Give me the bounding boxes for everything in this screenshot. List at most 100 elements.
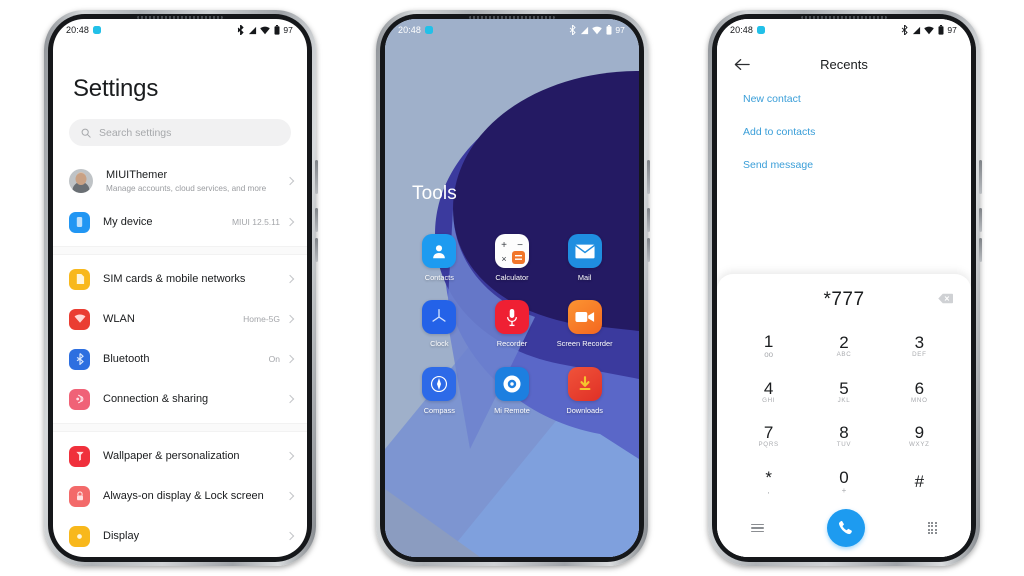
row-texts: Always-on display & Lock screen	[103, 489, 274, 503]
app-recorder[interactable]: Recorder	[481, 300, 543, 348]
phone-screen: 20:48 97 Recents New contact Add to cont…	[717, 19, 971, 557]
volume-up-button[interactable]	[979, 208, 982, 232]
power-button[interactable]	[647, 160, 650, 194]
display-icon	[69, 525, 90, 547]
wifi-icon	[592, 26, 603, 34]
dialpad-key-2[interactable]: 2 ABC	[806, 323, 881, 369]
settings-row-wallpaper[interactable]: Wallpaper & personalization	[53, 436, 307, 476]
app-mi-remote[interactable]: Mi Remote	[481, 366, 543, 415]
page-title: Recents	[820, 56, 868, 72]
volume-down-button[interactable]	[979, 238, 982, 262]
phone-dialer: 20:48 97 Recents New contact Add to cont…	[708, 10, 982, 566]
wifi-icon	[260, 26, 271, 34]
row-right	[285, 395, 295, 404]
dialpad-key-9[interactable]: 9 WXYZ	[882, 414, 957, 459]
keypad-grid-icon[interactable]	[927, 521, 937, 535]
settings-row-label: Wallpaper & personalization	[103, 450, 240, 463]
volume-down-button[interactable]	[647, 238, 650, 262]
call-button[interactable]	[826, 509, 865, 547]
battery-icon	[938, 25, 944, 35]
row-right	[285, 492, 295, 501]
status-time: 20:48	[66, 25, 90, 35]
chevron-right-icon	[285, 395, 295, 404]
menu-icon[interactable]	[751, 523, 764, 533]
wallpaper-icon	[69, 445, 90, 467]
settings-row-display[interactable]: Display	[53, 516, 307, 556]
clock-icon	[422, 300, 457, 335]
signal-icon	[248, 26, 256, 34]
dialpad-key-1[interactable]: 1 oo	[731, 323, 806, 369]
phone-screen: 20:48 97 Tools Contacts + − × Calculator…	[385, 19, 639, 557]
dialpad-key-hash[interactable]: #	[882, 459, 957, 505]
signal-icon	[912, 26, 920, 34]
dialpad-key-6[interactable]: 6 MNO	[882, 369, 957, 414]
dialpad-key-7[interactable]: 7 PQRS	[731, 414, 806, 459]
settings-row-account[interactable]: MIUIThemer Manage accounts, cloud servic…	[53, 160, 307, 202]
settings-row-connection-sharing[interactable]: Connection & sharing	[53, 379, 307, 419]
group-separator	[53, 423, 307, 433]
earpiece-speaker	[469, 16, 555, 19]
volume-up-button[interactable]	[315, 208, 318, 232]
link-new-contact[interactable]: New contact	[743, 93, 971, 105]
app-compass[interactable]: Compass	[408, 366, 470, 415]
chevron-right-icon	[285, 492, 295, 501]
app-mail[interactable]: Mail	[554, 234, 616, 282]
dialpad-key-4[interactable]: 4 GHI	[731, 369, 806, 414]
status-bar-right: 97	[901, 25, 957, 35]
settings-row-label: Always-on display & Lock screen	[103, 490, 264, 503]
app-downloads[interactable]: Downloads	[554, 366, 616, 415]
power-button[interactable]	[979, 160, 982, 194]
home-screen: 20:48 97 Tools Contacts + − × Calculator…	[385, 19, 639, 557]
app-contacts[interactable]: Contacts	[408, 234, 470, 282]
backspace-button[interactable]	[938, 291, 953, 309]
volume-up-button[interactable]	[647, 208, 650, 232]
key-digit: 8	[839, 423, 849, 443]
dialpad-key-0[interactable]: 0 +	[806, 459, 881, 505]
settings-row-sim-cards[interactable]: SIM cards & mobile networks	[53, 259, 307, 299]
settings-row-always-on-display[interactable]: Always-on display & Lock screen	[53, 476, 307, 516]
search-settings-bar[interactable]: Search settings	[69, 119, 291, 146]
key-sublabel: MNO	[911, 396, 928, 404]
dialpad-key-star[interactable]: *,	[731, 459, 806, 505]
volume-down-button[interactable]	[315, 238, 318, 262]
connection-icon	[69, 388, 90, 410]
status-bar-left: 20:48	[730, 25, 766, 35]
dialer-display[interactable]: *777	[717, 283, 971, 317]
svg-text:+: +	[501, 240, 507, 251]
settings-list[interactable]: MIUIThemer Manage accounts, cloud servic…	[53, 160, 307, 557]
link-send-message[interactable]: Send message	[743, 159, 971, 171]
settings-row-label: SIM cards & mobile networks	[103, 273, 246, 286]
back-button[interactable]	[733, 55, 751, 73]
row-texts: SIM cards & mobile networks	[103, 272, 274, 286]
key-sublabel: GHI	[762, 396, 776, 404]
key-sublabel: oo	[764, 350, 774, 360]
recents-header: Recents	[717, 41, 971, 83]
link-add-to-contacts[interactable]: Add to contacts	[743, 126, 971, 138]
chevron-right-icon	[285, 532, 295, 541]
phone-call-icon	[838, 520, 852, 535]
dialer-sheet: *777 1 oo 2 ABC 3 DEF 4 GHI 5 JKL 6 MNO 7 PQRS	[717, 274, 971, 557]
row-texts: Display	[103, 529, 274, 543]
key-digit: 7	[763, 423, 774, 443]
settings-row-bluetooth[interactable]: Bluetooth On	[53, 339, 307, 379]
status-bar-left: 20:48	[66, 25, 102, 35]
power-button[interactable]	[315, 160, 318, 194]
settings-row-wlan[interactable]: WLAN Home-5G	[53, 299, 307, 339]
app-calculator[interactable]: + − × Calculator	[481, 234, 543, 282]
app-clock[interactable]: Clock	[408, 300, 470, 348]
avatar	[69, 169, 93, 194]
chevron-right-icon	[285, 218, 295, 227]
app-screen-recorder[interactable]: Screen Recorder	[554, 300, 616, 348]
calculator-icon: + − ×	[494, 234, 529, 268]
key-digit: 1	[763, 332, 774, 352]
notification-dot-icon	[93, 26, 102, 34]
dialer-bottom-bar	[717, 505, 971, 557]
earpiece-speaker	[137, 16, 223, 19]
settings-row-my-device[interactable]: My device MIUI 12.5.11	[53, 202, 307, 242]
dialpad-key-3[interactable]: 3 DEF	[882, 323, 957, 369]
dialpad-key-8[interactable]: 8 TUV	[806, 414, 881, 459]
sim-icon	[69, 268, 90, 290]
notification-dot-icon	[425, 26, 434, 34]
dialpad-key-5[interactable]: 5 JKL	[806, 369, 881, 414]
backspace-icon	[938, 293, 953, 304]
